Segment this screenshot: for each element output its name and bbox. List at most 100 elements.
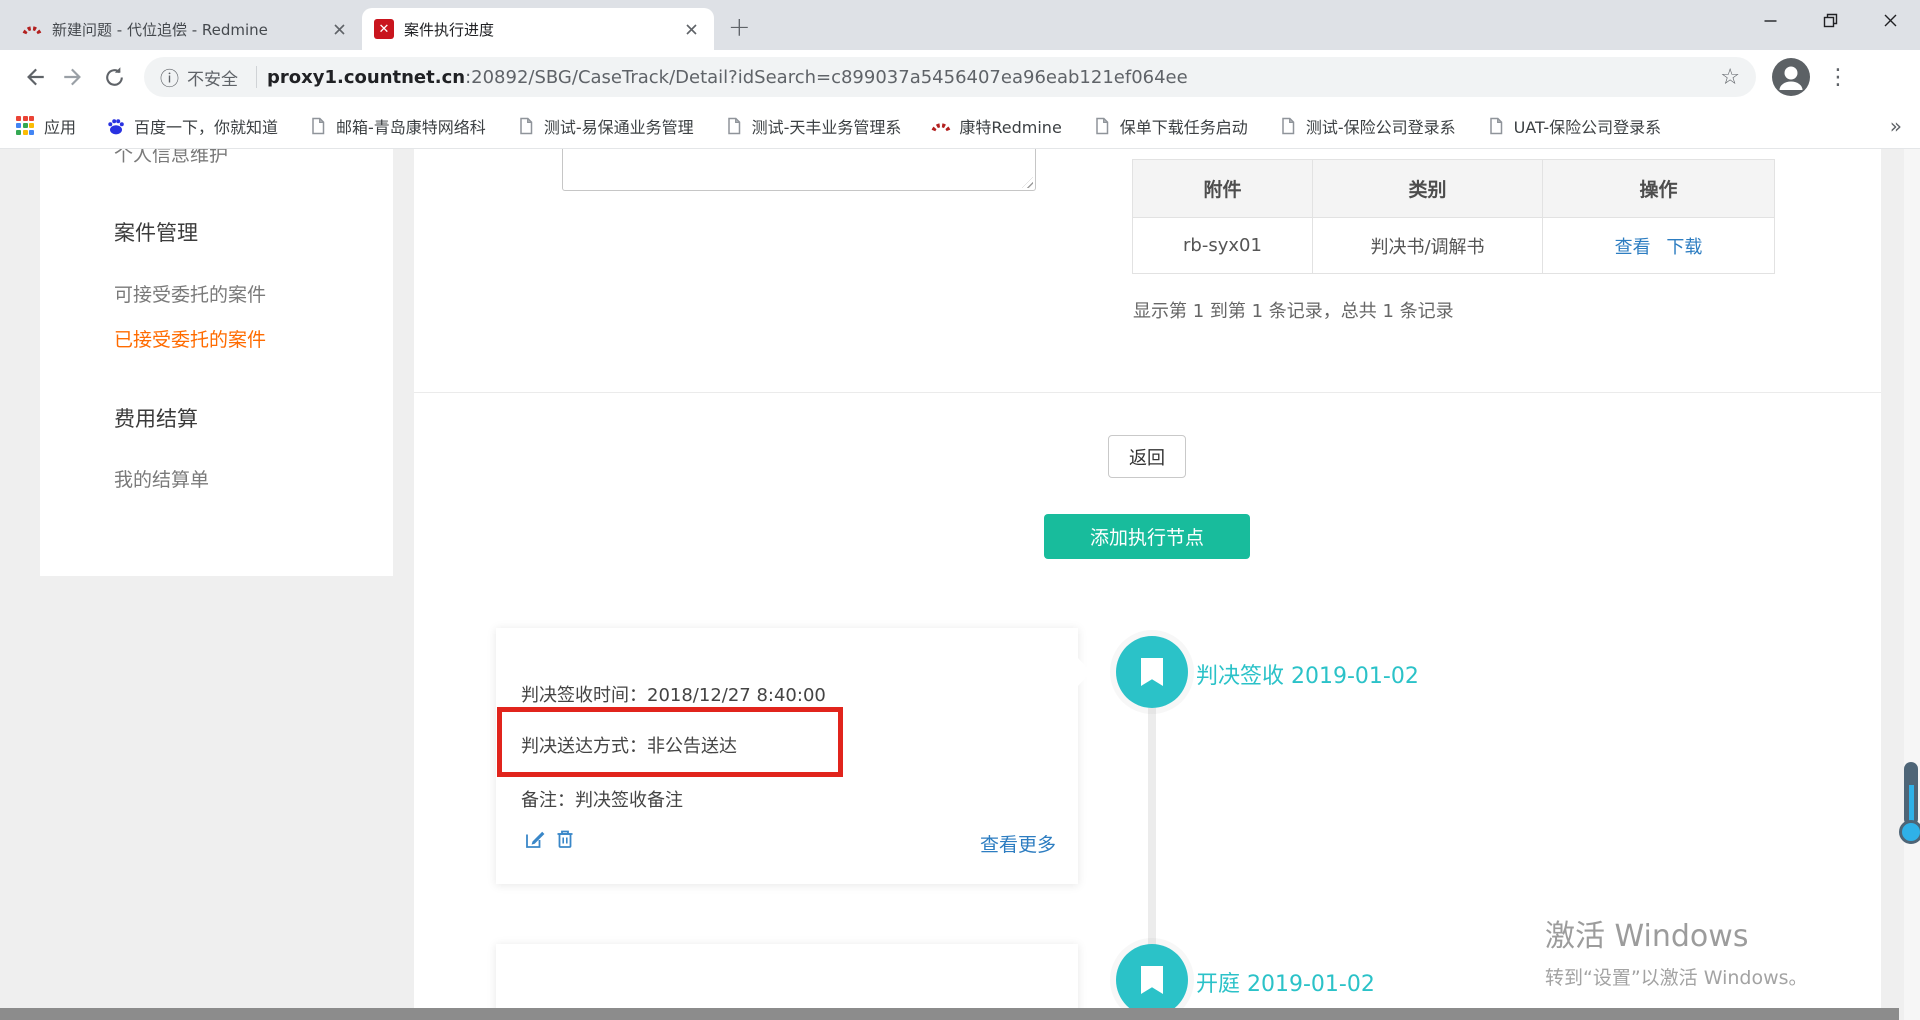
- bookmark-insurer-login-uat[interactable]: UAT-保险公司登录系: [1486, 114, 1662, 138]
- tab-title: 新建问题 - 代位追偿 - Redmine: [52, 20, 268, 39]
- field-sign-time: 判决签收时间：2018/12/27 8:40:00: [521, 685, 826, 706]
- bookmark-policy-download[interactable]: 保单下载任务启动: [1092, 114, 1248, 138]
- bookmark-baidu[interactable]: 百度一下，你就知道: [106, 114, 278, 138]
- sidebar-item-my-statements[interactable]: 我的结算单: [114, 465, 209, 492]
- add-execution-node-button[interactable]: 添加执行节点: [1044, 514, 1250, 559]
- tab-close-icon[interactable]: [680, 18, 702, 40]
- timeline-node-court-session[interactable]: [1116, 944, 1188, 1016]
- security-label: 不安全: [187, 69, 239, 90]
- timeline-node-judgment-sign[interactable]: [1116, 636, 1188, 708]
- browser-toolbar: ⓘ 不安全 proxy1.countnet.cn :20892/SBG/Case…: [0, 50, 1920, 104]
- bookmark-yibaotong[interactable]: 测试-易保通业务管理: [516, 114, 694, 138]
- page-content: 个人信息维护 案件管理 可接受委托的案件 已接受委托的案件 费用结算 我的结算单…: [0, 149, 1920, 1020]
- attachments-section: 附件 类别 操作 rb-syx01 判决书/调解书 查看 下载 显示第 1 到第…: [414, 149, 1881, 393]
- bookmark-marker-icon: [1141, 658, 1163, 686]
- thermometer-bulb-icon: [1899, 820, 1920, 844]
- tab-case-track[interactable]: ✕ 案件执行进度: [362, 8, 714, 50]
- bookmark-label: 保单下载任务启动: [1119, 118, 1248, 137]
- card-arrow: [1078, 658, 1091, 686]
- timeline-label-judgment-sign: 判决签收 2019-01-02: [1196, 664, 1419, 689]
- download-attachment-link[interactable]: 下载: [1666, 237, 1702, 258]
- page-icon: [312, 117, 325, 135]
- back-button[interactable]: [14, 57, 54, 97]
- remark-textarea[interactable]: [562, 149, 1036, 191]
- horizontal-scrollbar-thumb[interactable]: [0, 1008, 1899, 1020]
- page-icon: [727, 117, 740, 135]
- apps-grid-icon: [16, 116, 36, 136]
- bookmark-insurer-login-test[interactable]: 测试-保险公司登录系: [1278, 114, 1456, 138]
- case-system-favicon-icon: ✕: [374, 19, 394, 39]
- page-icon: [1096, 117, 1109, 135]
- url-host: proxy1.countnet.cn: [267, 66, 466, 88]
- column-header-operation: 操作: [1542, 159, 1775, 218]
- bookmark-label: 康特Redmine: [959, 118, 1062, 137]
- bookmarks-overflow-icon[interactable]: »: [1890, 114, 1902, 138]
- redmine-logo-icon: [22, 26, 42, 35]
- baidu-paw-icon: [108, 119, 124, 135]
- redmine-arc-icon: [932, 123, 951, 132]
- cell-actions: 查看 下载: [1542, 217, 1775, 274]
- new-tab-button[interactable]: +: [728, 10, 751, 46]
- bookmark-mail[interactable]: 邮箱-青岛康特网络科: [308, 114, 486, 138]
- bookmark-label: UAT-保险公司登录系: [1513, 118, 1662, 137]
- timeline-label-court-session: 开庭 2019-01-02: [1196, 972, 1375, 997]
- bookmark-label: 测试-天丰业务管理系: [751, 118, 902, 137]
- page-icon: [1489, 117, 1502, 135]
- bookmark-kangte-redmine[interactable]: 康特Redmine: [931, 114, 1062, 138]
- main-panel: 附件 类别 操作 rb-syx01 判决书/调解书 查看 下载 显示第 1 到第…: [414, 149, 1881, 1020]
- tab-strip: 新建问题 - 代位追偿 - Redmine ✕ 案件执行进度 +: [0, 0, 1920, 50]
- address-bar[interactable]: ⓘ 不安全 proxy1.countnet.cn :20892/SBG/Case…: [144, 57, 1756, 97]
- field-remark: 备注：判决签收备注: [521, 790, 683, 811]
- table-row: rb-syx01 判决书/调解书 查看 下载: [1132, 217, 1775, 274]
- window-controls: [1740, 0, 1920, 40]
- bookmark-label: 应用: [44, 118, 77, 137]
- bookmark-label: 邮箱-青岛康特网络科: [336, 118, 486, 137]
- bookmark-marker-icon: [1141, 966, 1163, 994]
- profile-avatar[interactable]: [1772, 58, 1810, 96]
- site-info-icon[interactable]: ⓘ: [160, 64, 179, 91]
- url-path: :20892/SBG/CaseTrack/Detail?idSearch=c89…: [465, 66, 1188, 88]
- column-header-file: 附件: [1132, 159, 1313, 218]
- sidebar-section-case-management: 案件管理: [114, 221, 198, 245]
- bookmark-apps[interactable]: 应用: [16, 114, 76, 138]
- tab-redmine[interactable]: 新建问题 - 代位追偿 - Redmine: [10, 8, 362, 50]
- delete-icon[interactable]: [554, 828, 576, 850]
- browser-menu-icon[interactable]: ⋮: [1826, 65, 1850, 90]
- bookmark-star-icon[interactable]: ☆: [1720, 65, 1740, 90]
- attachments-table: 附件 类别 操作 rb-syx01 判决书/调解书 查看 下载: [1132, 159, 1775, 274]
- timeline-connector-line: [1148, 708, 1156, 944]
- card-action-icons: [524, 828, 584, 850]
- table-header-row: 附件 类别 操作: [1132, 159, 1775, 218]
- page-icon: [1282, 117, 1295, 135]
- page-icon: [520, 117, 533, 135]
- bookmark-label: 百度一下，你就知道: [134, 118, 279, 137]
- forward-button[interactable]: [54, 57, 94, 97]
- back-page-button[interactable]: 返回: [1108, 435, 1186, 478]
- bookmarks-bar: 应用 百度一下，你就知道 邮箱-青岛康特网络科 测试-易保通业务管理 测试-天丰…: [0, 104, 1920, 149]
- sidebar-item-accepted-cases[interactable]: 已接受委托的案件: [114, 325, 266, 352]
- address-separator: [256, 66, 258, 88]
- tab-close-icon[interactable]: [328, 18, 350, 40]
- bookmark-label: 测试-易保通业务管理: [543, 118, 694, 137]
- close-window-button[interactable]: [1860, 0, 1920, 40]
- cell-file-name: rb-syx01: [1132, 217, 1313, 274]
- minimize-button[interactable]: [1740, 0, 1800, 40]
- view-attachment-link[interactable]: 查看: [1615, 237, 1651, 258]
- sidebar-item-acceptable-cases[interactable]: 可接受委托的案件: [114, 280, 266, 307]
- view-more-link[interactable]: 查看更多: [980, 830, 1056, 857]
- cell-category: 判决书/调解书: [1312, 217, 1543, 274]
- vertical-scrollbar-track[interactable]: [1904, 149, 1920, 1020]
- edit-icon[interactable]: [524, 828, 546, 850]
- timeline-card-judgment-sign: 判决签收时间：2018/12/27 8:40:00 判决送达方式：非公告送达 备…: [496, 628, 1091, 884]
- field-delivery-method: 判决送达方式：非公告送达: [521, 736, 737, 757]
- restore-button[interactable]: [1800, 0, 1860, 40]
- sidebar: 个人信息维护 案件管理 可接受委托的案件 已接受委托的案件 费用结算 我的结算单: [40, 149, 393, 576]
- reload-button[interactable]: [94, 57, 134, 97]
- sidebar-item-profile-clipped[interactable]: 个人信息维护: [114, 149, 228, 163]
- tab-title: 案件执行进度: [404, 20, 495, 39]
- sidebar-section-fee-settlement: 费用结算: [114, 407, 198, 431]
- browser-window: 新建问题 - 代位追偿 - Redmine ✕ 案件执行进度 + ⓘ 不安全 p…: [0, 0, 1920, 1020]
- records-summary: 显示第 1 到第 1 条记录，总共 1 条记录: [1133, 301, 1454, 322]
- bookmark-tianfeng[interactable]: 测试-天丰业务管理系: [724, 114, 902, 138]
- bookmark-label: 测试-保险公司登录系: [1305, 118, 1456, 137]
